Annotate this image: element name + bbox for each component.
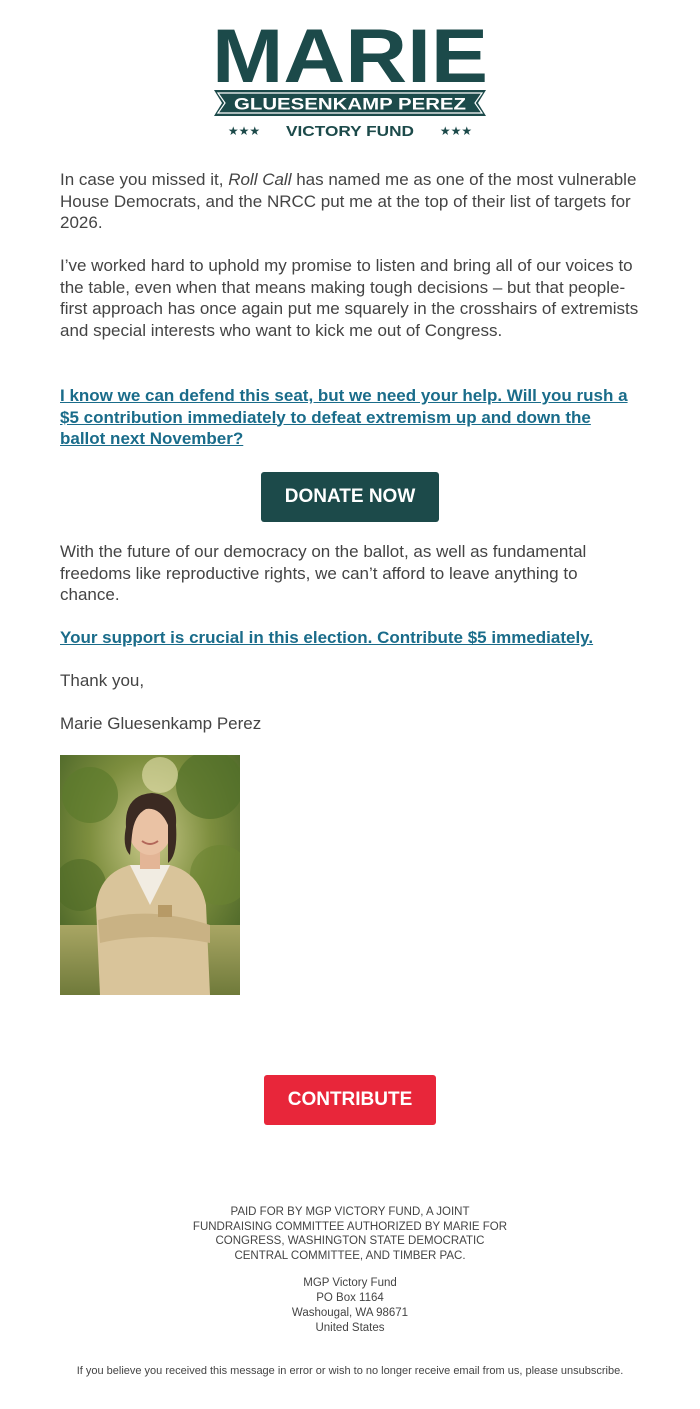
signature-text: Marie Gluesenkamp Perez — [60, 714, 262, 733]
logo-name: MARIE — [212, 18, 488, 99]
intro-paragraph: In case you missed it, Roll Call has nam… — [60, 169, 640, 234]
unsubscribe-notice[interactable]: If you believe you received this message… — [70, 1364, 630, 1379]
logo-fund: VICTORY FUND — [286, 123, 414, 140]
campaign-logo: MARIE GLUESENKAMP PEREZ ★★★ VICTORY FUND… — [212, 18, 488, 140]
intro-prefix: In case you missed it, — [60, 170, 229, 189]
address-name: MGP Victory Fund — [303, 1277, 397, 1289]
promise-paragraph: I’ve worked hard to uphold my promise to… — [60, 256, 639, 340]
address-country: United States — [315, 1322, 385, 1334]
logo-surname: GLUESENKAMP PEREZ — [234, 95, 466, 114]
address-line2: Washougal, WA 98671 — [291, 1307, 409, 1319]
thanks-text: Thank you, — [60, 671, 145, 690]
candidate-photo — [60, 755, 240, 995]
contribute-five-link[interactable]: Your support is crucial in this election… — [60, 627, 660, 649]
logo-stars-right: ★★★ — [440, 124, 472, 138]
roll-call-italic: Roll Call — [228, 170, 292, 189]
paid-for-disclaimer: PAID FOR BY MGP VICTORY FUND, A JOINT FU… — [192, 1206, 508, 1262]
logo-stars-left: ★★★ — [228, 124, 260, 138]
address-line1: PO Box 1164 — [316, 1292, 384, 1304]
contribute-button[interactable]: CONTRIBUTE — [264, 1075, 436, 1125]
democracy-paragraph: With the future of our democracy on the … — [60, 542, 587, 604]
mailing-address: MGP Victory Fund PO Box 1164 Washougal, … — [250, 1276, 450, 1336]
defend-seat-link[interactable]: I know we can defend this seat, but we n… — [60, 385, 640, 450]
donate-now-button[interactable]: DONATE NOW — [261, 472, 439, 522]
